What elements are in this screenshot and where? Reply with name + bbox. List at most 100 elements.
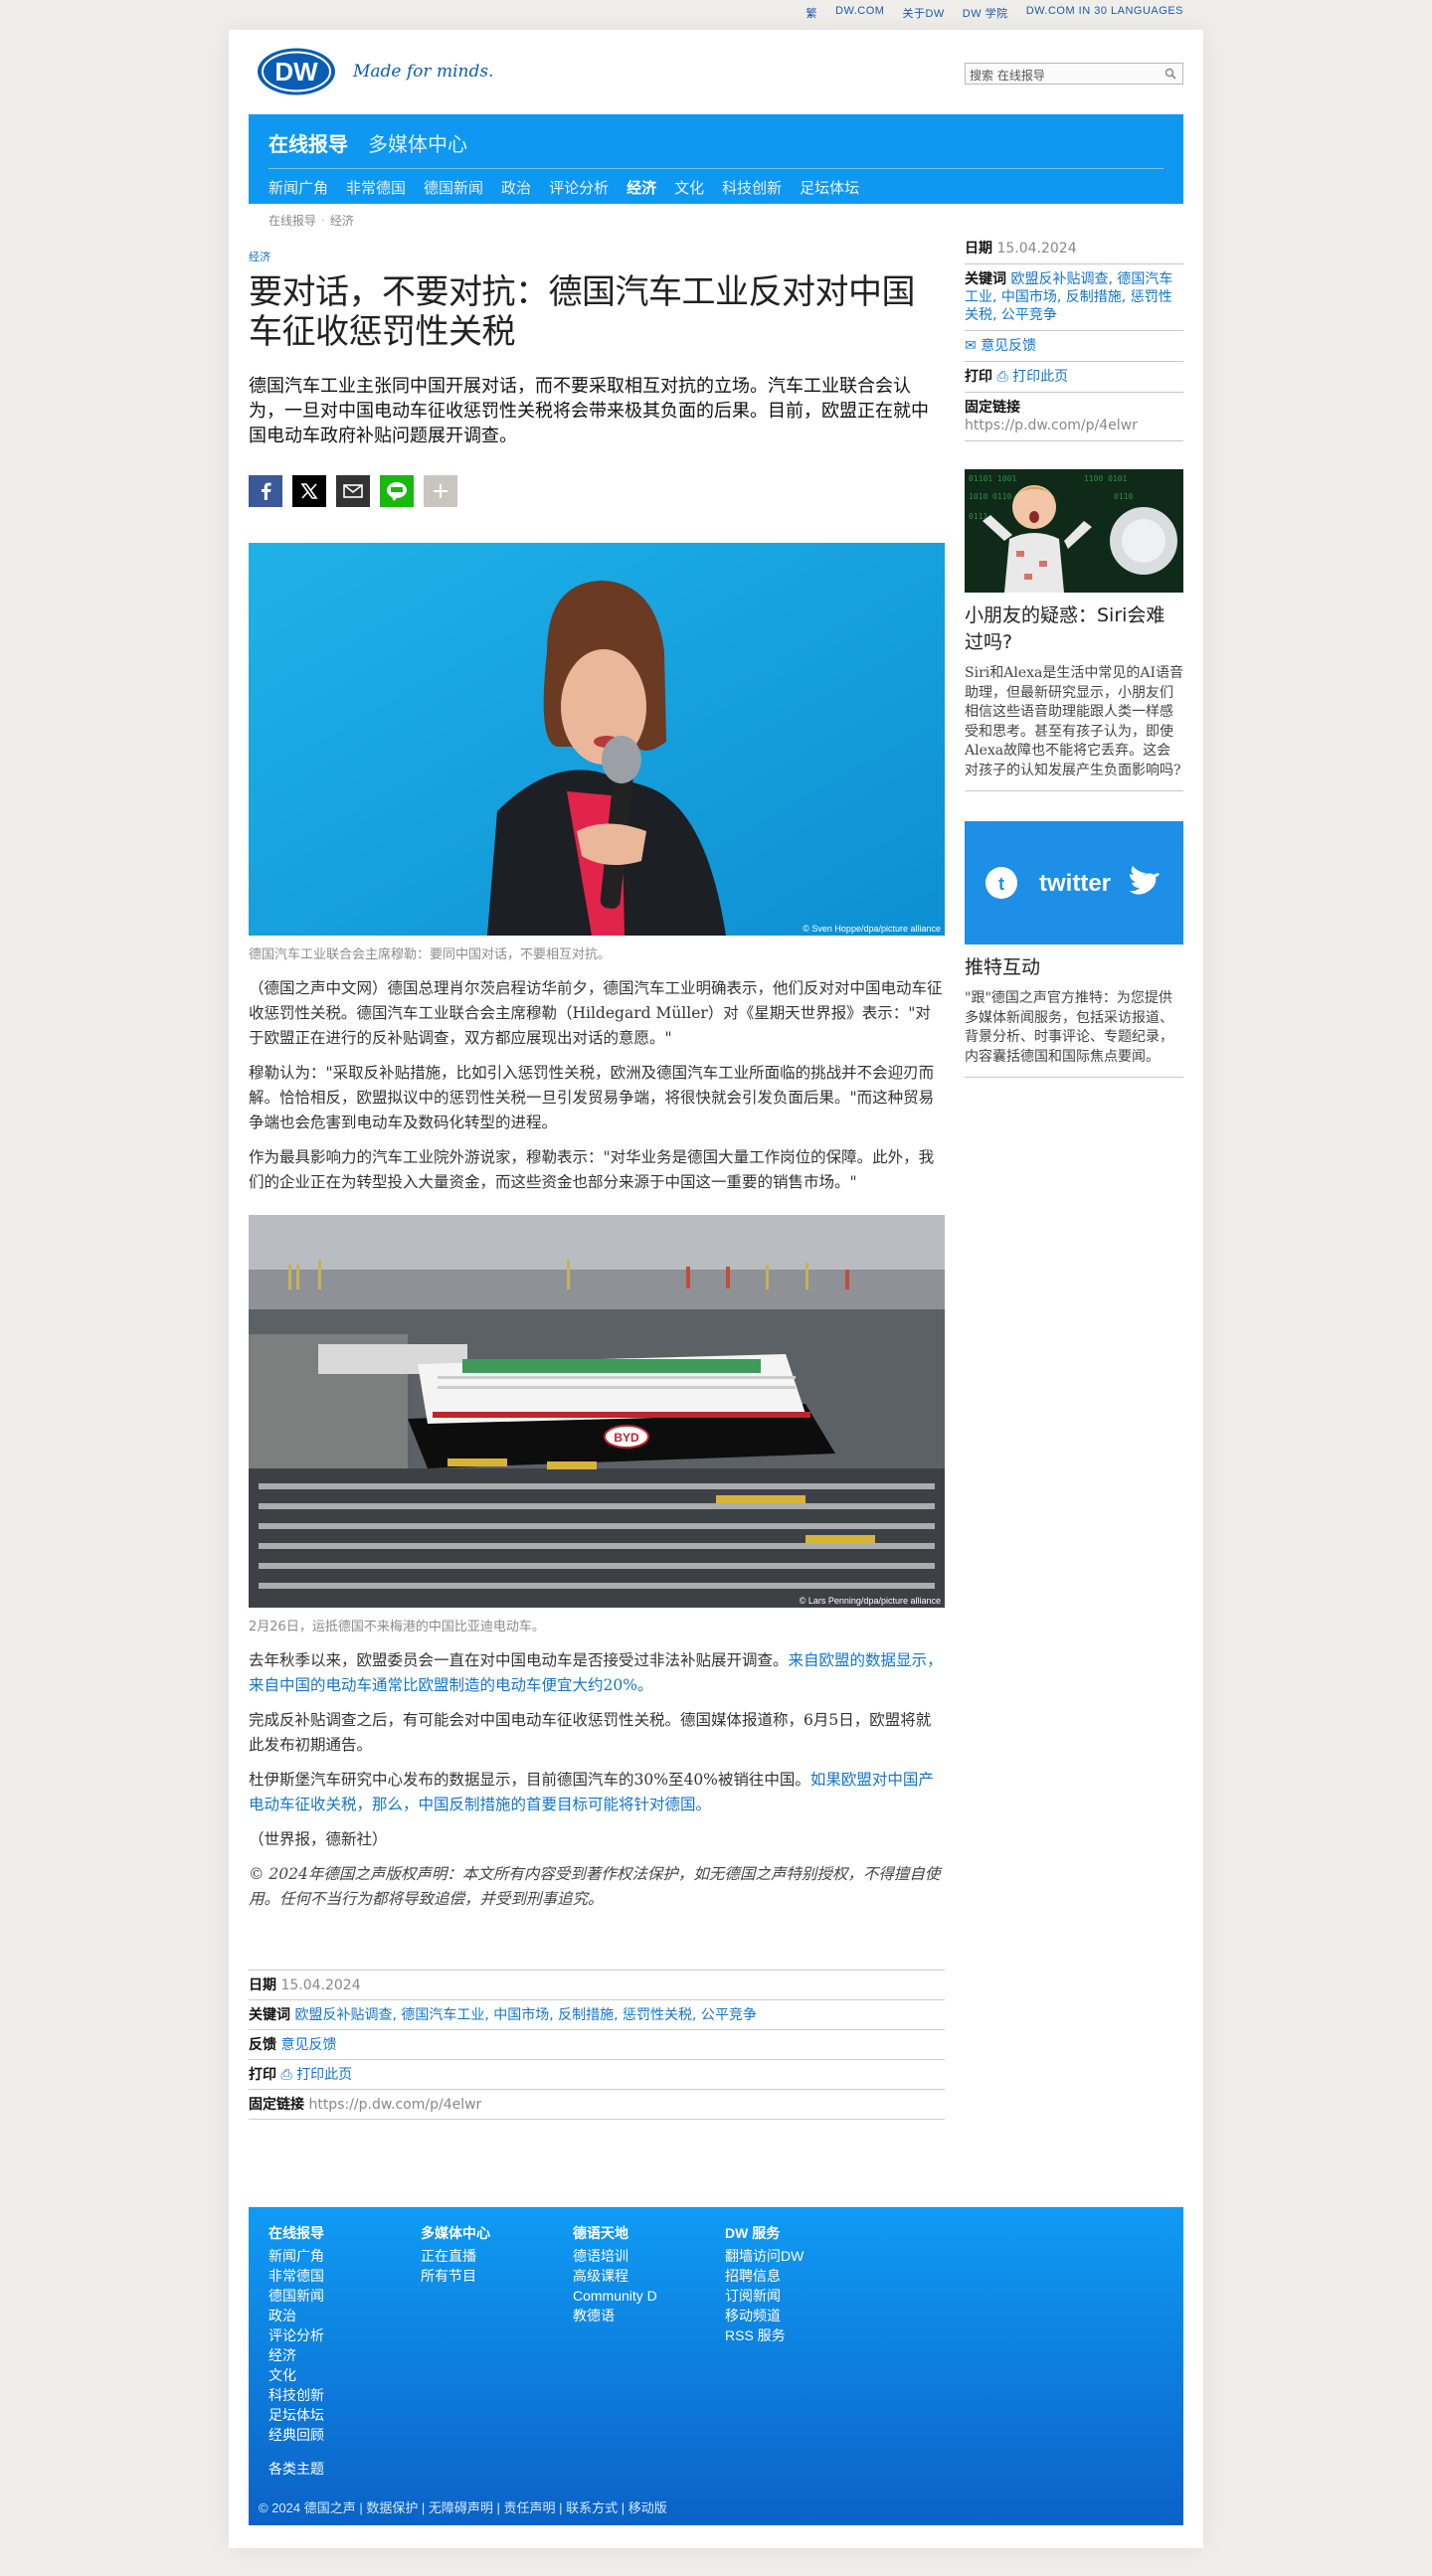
- footer-col-title[interactable]: 多媒体中心: [421, 2223, 570, 2243]
- ship-brand-label: BYD: [614, 1431, 639, 1445]
- subnav-item-economy[interactable]: 经济: [626, 177, 656, 198]
- article-main-photo[interactable]: © Sven Hoppe/dpa/picture alliance: [249, 543, 945, 936]
- line-icon: [387, 482, 407, 501]
- topbar-traditional-link[interactable]: 繁: [806, 5, 818, 21]
- child-with-speaker-image: 01101 10011100 0101 1010 01100110 011110…: [965, 469, 1183, 593]
- envelope-icon[interactable]: ✉: [965, 338, 977, 354]
- svg-text:t: t: [998, 874, 1004, 894]
- topbar-academy-link[interactable]: DW 学院: [963, 5, 1008, 21]
- meta-keywords-row: 关键词 欧盟反补贴调查, 德国汽车工业, 中国市场, 反制措施, 惩罚性关税, …: [249, 2000, 945, 2030]
- teaser-twitter[interactable]: t twitter 推特互动 "跟"德国之声官方推特：为您提供多媒体新闻服务，包…: [965, 821, 1183, 1078]
- subnav-item-politics[interactable]: 政治: [501, 177, 531, 198]
- footer-col-title[interactable]: 在线报导: [268, 2223, 418, 2243]
- service-bar: 繁 DW.COM 关于DW DW 学院 DW.COM IN 30 LANGUAG…: [806, 5, 1183, 21]
- more-share-button[interactable]: [424, 475, 457, 507]
- footer-link[interactable]: Community D: [573, 2286, 722, 2306]
- facebook-share-button[interactable]: [249, 475, 282, 507]
- article-title: 要对话，不要对抗：德国汽车工业反对对中国车征收惩罚性关税: [249, 272, 916, 352]
- search-icon[interactable]: [1164, 68, 1176, 80]
- footer-themes-link[interactable]: 各类主题: [268, 2459, 324, 2479]
- subnav-item-german-news[interactable]: 德国新闻: [424, 177, 483, 198]
- topbar-dwcom-link[interactable]: DW.COM: [835, 5, 884, 21]
- paragraph-2: 穆勒认为："采取反补贴措施，比如引入惩罚性关税，欧洲及德国汽车工业所面临的挑战并…: [249, 1064, 935, 1131]
- footer-col-title[interactable]: 德语天地: [573, 2223, 722, 2243]
- meta-keywords[interactable]: 欧盟反补贴调查, 德国汽车工业, 中国市场, 反制措施, 惩罚性关税, 公平竞争: [294, 2007, 757, 2023]
- article-port-photo[interactable]: BYD © Lars Penning/dpa/picture alliance: [249, 1215, 945, 1608]
- footer-link[interactable]: 订阅新闻: [725, 2286, 874, 2306]
- svg-text:01101 1001: 01101 1001: [969, 474, 1016, 483]
- article: 经济 要对话，不要对抗：德国汽车工业反对对中国车征收惩罚性关税 德国汽车工业主张…: [249, 234, 945, 2120]
- subnav-item-tech[interactable]: 科技创新: [722, 177, 782, 198]
- twitter-wordmark: twitter: [1039, 870, 1111, 897]
- topbar-about-link[interactable]: 关于DW: [902, 5, 944, 21]
- x-icon: [300, 483, 318, 499]
- paragraph-4: 去年秋季以来，欧盟委员会一直在对中国电动车是否接受过非法补贴展开调查。来自欧盟的…: [249, 1648, 945, 1698]
- subnav-item-culture[interactable]: 文化: [674, 177, 704, 198]
- printer-icon[interactable]: ⎙: [280, 2067, 291, 2083]
- meta-print-link[interactable]: 打印此页: [296, 2067, 352, 2083]
- subnav-item-germany[interactable]: 非常德国: [346, 177, 406, 198]
- footer-link[interactable]: 德语培训: [573, 2246, 722, 2266]
- dw-logo[interactable]: DW: [257, 48, 336, 95]
- meta-feedback-link[interactable]: 意见反馈: [280, 2037, 336, 2053]
- sidebar-printer-icon[interactable]: ⎙: [996, 369, 1007, 385]
- footer-link[interactable]: 经济: [268, 2345, 418, 2365]
- nav-multimedia[interactable]: 多媒体中心: [368, 128, 467, 157]
- footer-link[interactable]: 高级课程: [573, 2266, 722, 2286]
- x-share-button[interactable]: [292, 475, 326, 507]
- footer-link[interactable]: 新闻广角: [268, 2246, 418, 2266]
- meta-permalink[interactable]: https://p.dw.com/p/4elwr: [308, 2097, 481, 2113]
- footer-link[interactable]: 政治: [268, 2306, 418, 2325]
- footer-col-media: 多媒体中心 正在直播 所有节目: [421, 2223, 570, 2286]
- article-lead: 德国汽车工业主张同中国开展对话，而不要采取相互对抗的立场。汽车工业联合会认为，一…: [249, 376, 929, 446]
- footer-link[interactable]: 教德语: [573, 2306, 722, 2325]
- breadcrumb-economy[interactable]: 经济: [330, 214, 354, 228]
- article-kicker[interactable]: 经济: [249, 249, 945, 264]
- footer-link[interactable]: 科技创新: [268, 2385, 418, 2405]
- meta-date-label: 日期: [249, 1977, 276, 1993]
- copyright-notice: © 2024年德国之声版权声明：本文所有内容受到著作权法保护，如无德国之声特别授…: [249, 1865, 941, 1908]
- teaser-siri[interactable]: 01101 10011100 0101 1010 01100110 011110…: [965, 469, 1183, 791]
- sidebar-permalink-label: 固定链接: [965, 400, 1020, 416]
- search-input[interactable]: 搜索 在线报导: [965, 63, 1183, 85]
- twitter-banner[interactable]: t twitter: [965, 821, 1183, 945]
- topbar-languages-link[interactable]: DW.COM IN 30 LANGUAGES: [1026, 5, 1183, 21]
- footer-link[interactable]: 正在直播: [421, 2246, 570, 2266]
- footer-col-title[interactable]: DW 服务: [725, 2223, 874, 2243]
- footer-link[interactable]: 足坛体坛: [268, 2405, 418, 2425]
- teaser-twitter-title[interactable]: 推特互动: [965, 954, 1183, 981]
- meta-feedback-label: 反馈: [249, 2037, 276, 2053]
- svg-text:1010 0110: 1010 0110: [969, 492, 1012, 501]
- meta-print-label: 打印: [249, 2067, 276, 2083]
- nav-online-reports[interactable]: 在线报导: [268, 128, 348, 157]
- subnav-item-sports[interactable]: 足坛体坛: [800, 177, 859, 198]
- footer-link[interactable]: 招聘信息: [725, 2266, 874, 2286]
- footer-link[interactable]: 所有节目: [421, 2266, 570, 2286]
- footer-legal-links[interactable]: © 2024 德国之声 | 数据保护 | 无障碍声明 | 责任声明 | 联系方式…: [259, 2497, 667, 2516]
- subnav-item-commentary[interactable]: 评论分析: [549, 177, 609, 198]
- paragraph-5: 完成反补贴调查之后，有可能会对中国电动车征收惩罚性关税。德国媒体报道称，6月5日…: [249, 1711, 932, 1754]
- footer-link[interactable]: 非常德国: [268, 2266, 418, 2286]
- sidebar-date-label: 日期: [965, 241, 992, 257]
- footer-link[interactable]: 评论分析: [268, 2325, 418, 2345]
- sidebar-print-link[interactable]: 打印此页: [1012, 369, 1068, 385]
- footer-link[interactable]: 翻墙访问DW: [725, 2246, 874, 2266]
- email-share-button[interactable]: [336, 475, 370, 507]
- sidebar-permalink[interactable]: https://p.dw.com/p/4elwr: [965, 417, 1183, 434]
- sidebar-feedback-link[interactable]: 意见反馈: [981, 338, 1036, 354]
- paragraph-4-text: 去年秋季以来，欧盟委员会一直在对中国电动车是否接受过非法补贴展开调查。: [249, 1651, 789, 1669]
- plus-icon: [434, 484, 448, 498]
- mail-icon: [343, 484, 363, 498]
- footer-link[interactable]: 移动频道: [725, 2306, 874, 2325]
- footer-link[interactable]: 德国新闻: [268, 2286, 418, 2306]
- breadcrumb-home[interactable]: 在线报导: [268, 214, 316, 228]
- subnav-item-news[interactable]: 新闻广角: [268, 177, 328, 198]
- footer-link[interactable]: 经典回顾: [268, 2425, 418, 2445]
- footer-link[interactable]: 文化: [268, 2365, 418, 2385]
- line-share-button[interactable]: [380, 475, 414, 507]
- teaser-siri-image[interactable]: 01101 10011100 0101 1010 01100110 011110…: [965, 469, 1183, 593]
- paragraph-1: （德国之声中文网）德国总理肖尔茨启程访华前夕，德国汽车工业明确表示，他们反对对中…: [249, 979, 943, 1047]
- teaser-siri-title[interactable]: 小朋友的疑惑：Siri会难过吗?: [965, 602, 1183, 656]
- footer-link[interactable]: RSS 服务: [725, 2325, 874, 2345]
- meta-date-row: 日期 15.04.2024: [249, 1971, 945, 2000]
